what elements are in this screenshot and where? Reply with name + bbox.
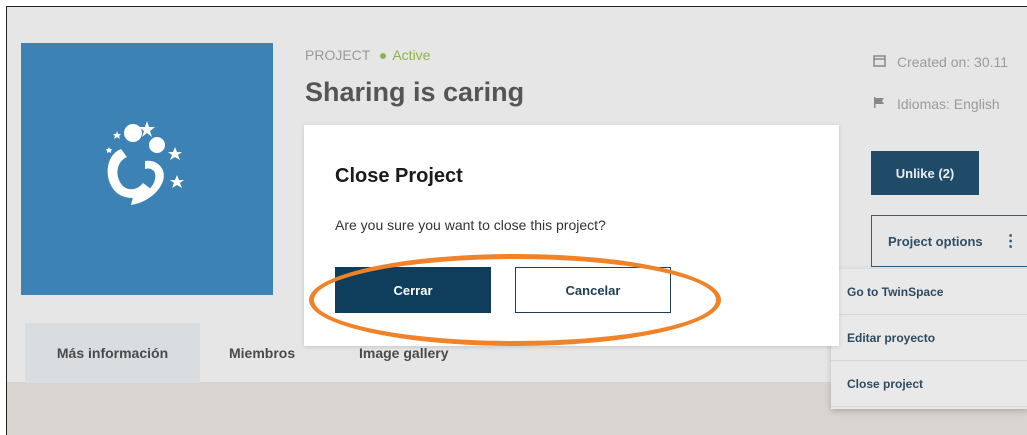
- menu-item-edit-project[interactable]: Editar proyecto: [831, 315, 1027, 361]
- close-project-dialog: Close Project Are you sure you want to c…: [304, 125, 839, 346]
- page-title: Sharing is caring: [305, 77, 525, 107]
- project-type-label: PROJECT: [305, 47, 371, 63]
- project-options-label: Project options: [888, 233, 983, 249]
- kebab-menu-icon: ⋮: [1002, 233, 1019, 250]
- project-logo: [21, 43, 273, 295]
- menu-item-go-to-twinspace[interactable]: Go to TwinSpace: [831, 269, 1027, 315]
- project-options-button[interactable]: Project options ⋮: [871, 215, 1027, 267]
- menu-item-close-project[interactable]: Close project: [831, 361, 1027, 407]
- project-meta: PROJECT Active: [305, 47, 430, 63]
- confirm-close-button[interactable]: Cerrar: [335, 267, 491, 313]
- created-date: Created on: 30.11: [897, 54, 1009, 70]
- flag-icon: [873, 96, 887, 112]
- calendar-icon: [873, 54, 887, 70]
- dialog-title: Close Project: [335, 165, 463, 187]
- project-logo-icon: [106, 121, 184, 205]
- project-status: Active: [392, 47, 431, 63]
- cancel-button[interactable]: Cancelar: [515, 267, 671, 313]
- project-options-menu: Go to TwinSpace Editar proyecto Close pr…: [831, 269, 1027, 409]
- unlike-button[interactable]: Unlike (2): [871, 151, 979, 195]
- dialog-message: Are you sure you want to close this proj…: [335, 217, 606, 233]
- tab-more-info[interactable]: Más información: [25, 323, 200, 383]
- status-dot-icon: [380, 52, 387, 59]
- language-info: Idiomas: English: [873, 96, 1000, 112]
- languages-text: Idiomas: English: [897, 96, 1000, 112]
- app-frame: PROJECT Active Sharing is caring Created …: [6, 6, 1027, 435]
- tab-members[interactable]: Miembros: [229, 323, 295, 383]
- created-info: Created on: 30.11: [873, 54, 1008, 70]
